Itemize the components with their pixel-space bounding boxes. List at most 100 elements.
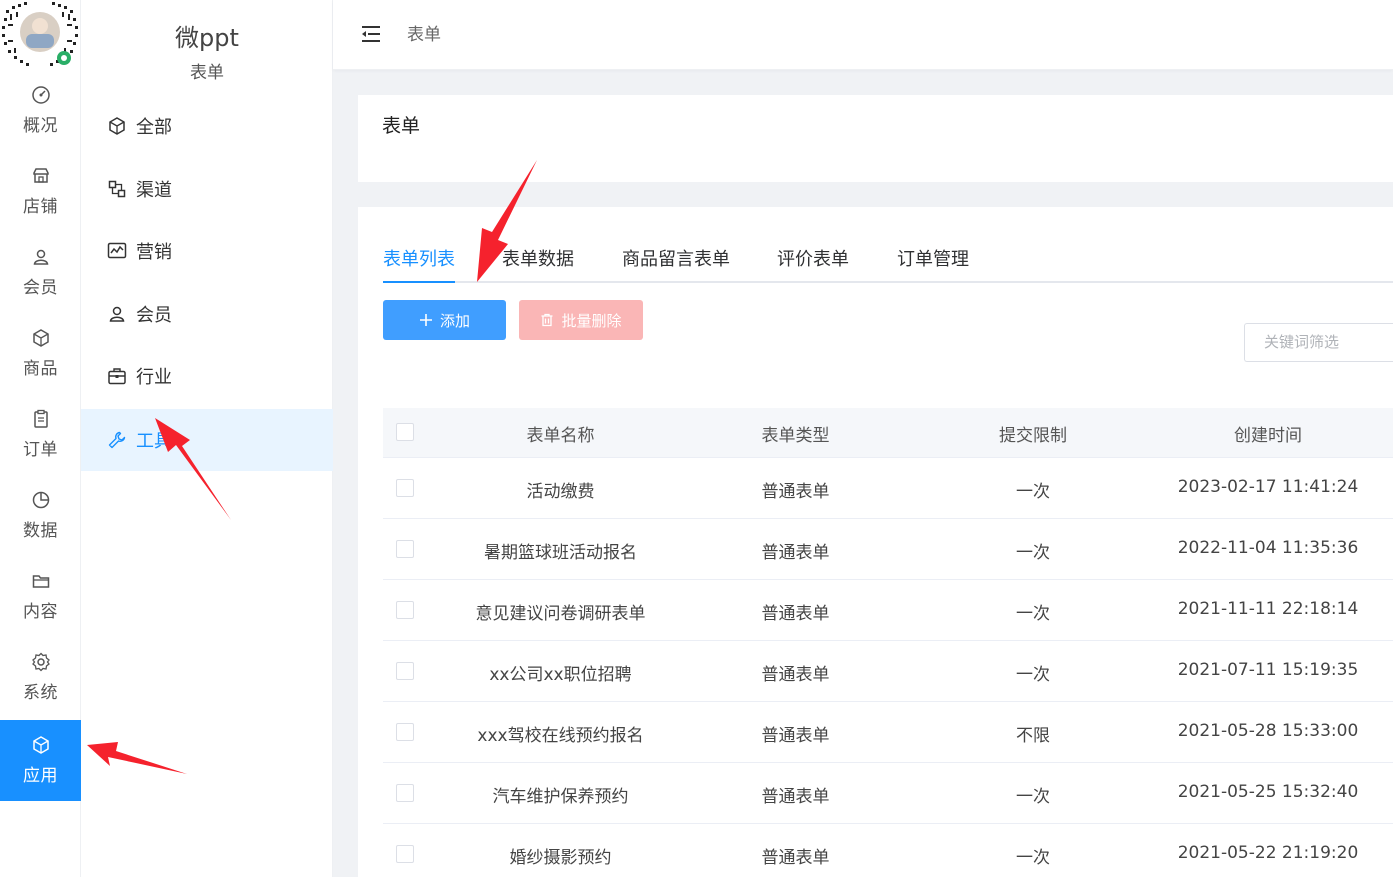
add-button-label: 添加 bbox=[439, 311, 470, 330]
cell-form-name: 暑期篮球班活动报名 bbox=[484, 543, 637, 563]
cell-form-type: 普通表单 bbox=[761, 787, 830, 807]
cell-form-name: 汽车维护保养预约 bbox=[492, 787, 629, 807]
dashboard-icon bbox=[31, 86, 50, 104]
cell-submit-limit: 一次 bbox=[1016, 543, 1050, 563]
page-title-card: 表单 bbox=[358, 95, 1393, 182]
row-checkbox[interactable] bbox=[396, 601, 414, 619]
add-button[interactable]: 添加 bbox=[383, 300, 506, 340]
column-header-created[interactable]: 创建时间 bbox=[1173, 421, 1363, 446]
rail-item-goods[interactable]: 商品 bbox=[0, 313, 81, 394]
breadcrumb[interactable]: 表单 bbox=[407, 20, 441, 45]
rail-item-label: 订单 bbox=[23, 440, 58, 460]
rail-item-content[interactable]: 内容 bbox=[0, 556, 81, 637]
cell-form-name: 活动缴费 bbox=[526, 482, 595, 502]
gear-icon bbox=[31, 652, 50, 672]
cell-form-type: 普通表单 bbox=[761, 482, 830, 502]
wrench-icon bbox=[108, 431, 126, 449]
cell-form-name: xx公司xx职位招聘 bbox=[489, 665, 632, 685]
box-icon bbox=[32, 329, 49, 347]
cell-form-name: 婚纱摄影预约 bbox=[509, 848, 612, 868]
cell-created-time: 2022-11-04 11:35:36 bbox=[1177, 538, 1359, 558]
submenu-item-industry[interactable]: 行业 bbox=[81, 345, 333, 407]
cell-submit-limit: 一次 bbox=[1016, 482, 1050, 502]
tab-form-data[interactable]: 表单数据 bbox=[502, 245, 574, 281]
top-header: 表单 bbox=[333, 0, 1393, 70]
table-row[interactable]: 汽车维护保养预约 普通表单 一次 2021-05-25 15:32:40 bbox=[383, 763, 1393, 824]
row-checkbox[interactable] bbox=[396, 723, 414, 741]
user-icon bbox=[109, 306, 125, 322]
rail-item-label: 数据 bbox=[23, 521, 58, 541]
rail-item-order[interactable]: 订单 bbox=[0, 394, 81, 475]
chart-icon bbox=[107, 242, 127, 259]
row-checkbox[interactable] bbox=[396, 845, 414, 863]
cube-icon bbox=[109, 117, 125, 135]
batch-delete-button-label: 批量删除 bbox=[561, 311, 622, 330]
cell-created-time: 2021-05-25 15:32:40 bbox=[1177, 782, 1359, 802]
cell-form-type: 普通表单 bbox=[761, 726, 830, 746]
rail-item-member[interactable]: 会员 bbox=[0, 232, 81, 313]
rail-item-label: 商品 bbox=[23, 359, 58, 379]
cell-form-type: 普通表单 bbox=[761, 604, 830, 624]
cell-created-time: 2021-05-28 15:33:00 bbox=[1177, 721, 1359, 741]
column-header-name[interactable]: 表单名称 bbox=[463, 421, 658, 446]
page-title: 表单 bbox=[382, 115, 421, 137]
batch-delete-button[interactable]: 批量删除 bbox=[519, 300, 643, 340]
submenu-item-label: 会员 bbox=[136, 305, 172, 326]
cell-form-type: 普通表单 bbox=[761, 848, 830, 868]
rail-item-label: 店铺 bbox=[23, 197, 58, 217]
briefcase-icon bbox=[108, 368, 126, 385]
submenu-item-label: 行业 bbox=[136, 367, 172, 388]
plus-icon bbox=[419, 314, 432, 326]
rail-item-label: 应用 bbox=[23, 766, 58, 786]
row-checkbox[interactable] bbox=[396, 784, 414, 802]
tab-order-management[interactable]: 订单管理 bbox=[897, 245, 969, 281]
keyword-filter-input[interactable]: 关键词筛选 bbox=[1244, 323, 1393, 362]
folder-icon bbox=[32, 575, 49, 588]
submenu-item-tools[interactable]: 工具 bbox=[81, 409, 333, 471]
channel-icon bbox=[108, 180, 126, 198]
row-checkbox[interactable] bbox=[396, 662, 414, 680]
submenu-item-marketing[interactable]: 营销 bbox=[81, 220, 333, 282]
table-header: 表单名称 表单类型 提交限制 创建时间 bbox=[383, 408, 1393, 458]
select-all-checkbox[interactable] bbox=[396, 423, 414, 441]
cell-submit-limit: 一次 bbox=[1016, 665, 1050, 685]
tab-review-form[interactable]: 评价表单 bbox=[777, 245, 849, 281]
submenu-item-member[interactable]: 会员 bbox=[81, 283, 333, 345]
table-row[interactable]: 意见建议问卷调研表单 普通表单 一次 2021-11-11 22:18:14 bbox=[383, 580, 1393, 641]
cell-created-time: 2021-05-22 21:19:20 bbox=[1177, 843, 1359, 863]
menu-fold-icon[interactable] bbox=[359, 22, 383, 46]
cube-icon bbox=[32, 736, 49, 754]
submenu-item-channel[interactable]: 渠道 bbox=[81, 158, 333, 220]
rail-item-label: 概况 bbox=[23, 116, 58, 136]
qr-code-icon bbox=[2, 0, 78, 68]
rail-item-system[interactable]: 系统 bbox=[0, 637, 81, 718]
row-checkbox[interactable] bbox=[396, 540, 414, 558]
row-checkbox[interactable] bbox=[396, 479, 414, 497]
rail-item-overview[interactable]: 概况 bbox=[0, 70, 81, 151]
rail-item-apps[interactable]: 应用 bbox=[0, 720, 81, 801]
cell-form-type: 普通表单 bbox=[761, 543, 830, 563]
table-row[interactable]: xxx驾校在线预约报名 普通表单 不限 2021-05-28 15:33:00 bbox=[383, 702, 1393, 763]
rail-item-label: 内容 bbox=[23, 602, 58, 622]
cell-submit-limit: 一次 bbox=[1016, 604, 1050, 624]
cell-created-time: 2021-11-11 22:18:14 bbox=[1177, 599, 1359, 619]
table-row[interactable]: 活动缴费 普通表单 一次 2023-02-17 11:41:24 bbox=[383, 458, 1393, 519]
brand-name: 微ppt bbox=[175, 24, 239, 52]
rail-item-store[interactable]: 店铺 bbox=[0, 151, 81, 232]
tab-goods-message-form[interactable]: 商品留言表单 bbox=[622, 245, 730, 281]
submenu-item-all[interactable]: 全部 bbox=[81, 95, 333, 157]
icon-rail: 概况 店铺 会员 商品 订单 数据 内容 系统 应用 bbox=[0, 0, 81, 877]
submenu-item-label: 工具 bbox=[136, 431, 172, 452]
table-row[interactable]: xx公司xx职位招聘 普通表单 一次 2021-07-11 15:19:35 bbox=[383, 641, 1393, 702]
table-row[interactable]: 婚纱摄影预约 普通表单 一次 2021-05-22 21:19:20 bbox=[383, 824, 1393, 877]
column-header-type[interactable]: 表单类型 bbox=[703, 421, 888, 446]
clipboard-icon bbox=[33, 409, 48, 428]
table-row[interactable]: 暑期篮球班活动报名 普通表单 一次 2022-11-04 11:35:36 bbox=[383, 519, 1393, 580]
rail-item-data[interactable]: 数据 bbox=[0, 475, 81, 556]
tab-form-list[interactable]: 表单列表 bbox=[383, 245, 455, 283]
trash-icon bbox=[541, 313, 553, 327]
column-header-limit[interactable]: 提交限制 bbox=[943, 421, 1123, 446]
main-content-card: 表单列表 表单数据 商品留言表单 评价表单 订单管理 添加 批量删除 关键词筛选… bbox=[358, 207, 1393, 877]
cell-submit-limit: 一次 bbox=[1016, 787, 1050, 807]
cell-created-time: 2023-02-17 11:41:24 bbox=[1177, 477, 1359, 497]
